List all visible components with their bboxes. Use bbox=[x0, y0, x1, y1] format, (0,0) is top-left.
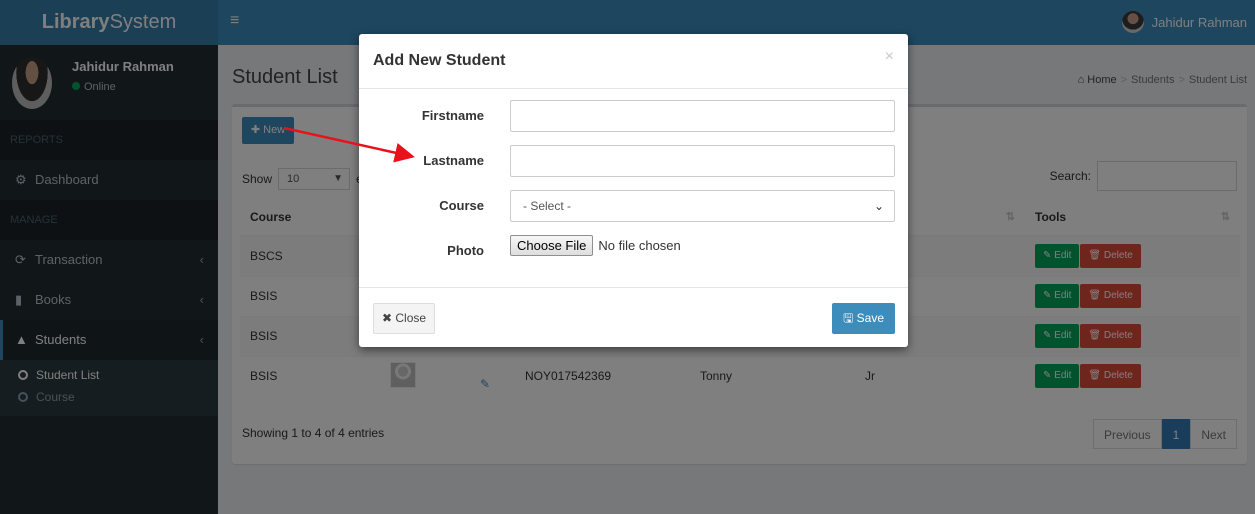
lastname-input[interactable] bbox=[510, 145, 895, 177]
course-select[interactable]: - Select - ⌄ bbox=[510, 190, 895, 222]
photo-file-input: Choose File No file chosen bbox=[510, 235, 681, 256]
photo-label: Photo bbox=[447, 243, 484, 258]
lastname-label: Lastname bbox=[423, 153, 484, 168]
close-icon[interactable]: × bbox=[885, 48, 894, 66]
file-status: No file chosen bbox=[598, 238, 681, 253]
save-button[interactable]: 🖫 Save bbox=[832, 303, 895, 334]
times-icon: ✖ bbox=[382, 311, 396, 325]
floppy-disk-icon: 🖫 bbox=[843, 311, 857, 325]
firstname-label: Firstname bbox=[421, 108, 484, 123]
modal-title: Add New Student bbox=[373, 52, 506, 69]
photo-row: Photo Choose File No file chosen bbox=[359, 235, 908, 267]
firstname-input[interactable] bbox=[510, 100, 895, 132]
choose-file-button[interactable]: Choose File bbox=[510, 235, 594, 256]
modal-header: Add New Student × bbox=[359, 34, 908, 89]
close-button[interactable]: ✖ Close bbox=[373, 303, 436, 334]
course-label: Course bbox=[439, 198, 484, 213]
add-student-modal: Add New Student × Firstname Lastname Cou… bbox=[359, 34, 908, 347]
firstname-row: Firstname bbox=[359, 100, 908, 132]
course-row: Course - Select - ⌄ bbox=[359, 190, 908, 222]
chevron-down-icon: ⌄ bbox=[873, 199, 884, 213]
modal-footer: ✖ Close 🖫 Save bbox=[359, 287, 908, 347]
lastname-row: Lastname bbox=[359, 145, 908, 177]
